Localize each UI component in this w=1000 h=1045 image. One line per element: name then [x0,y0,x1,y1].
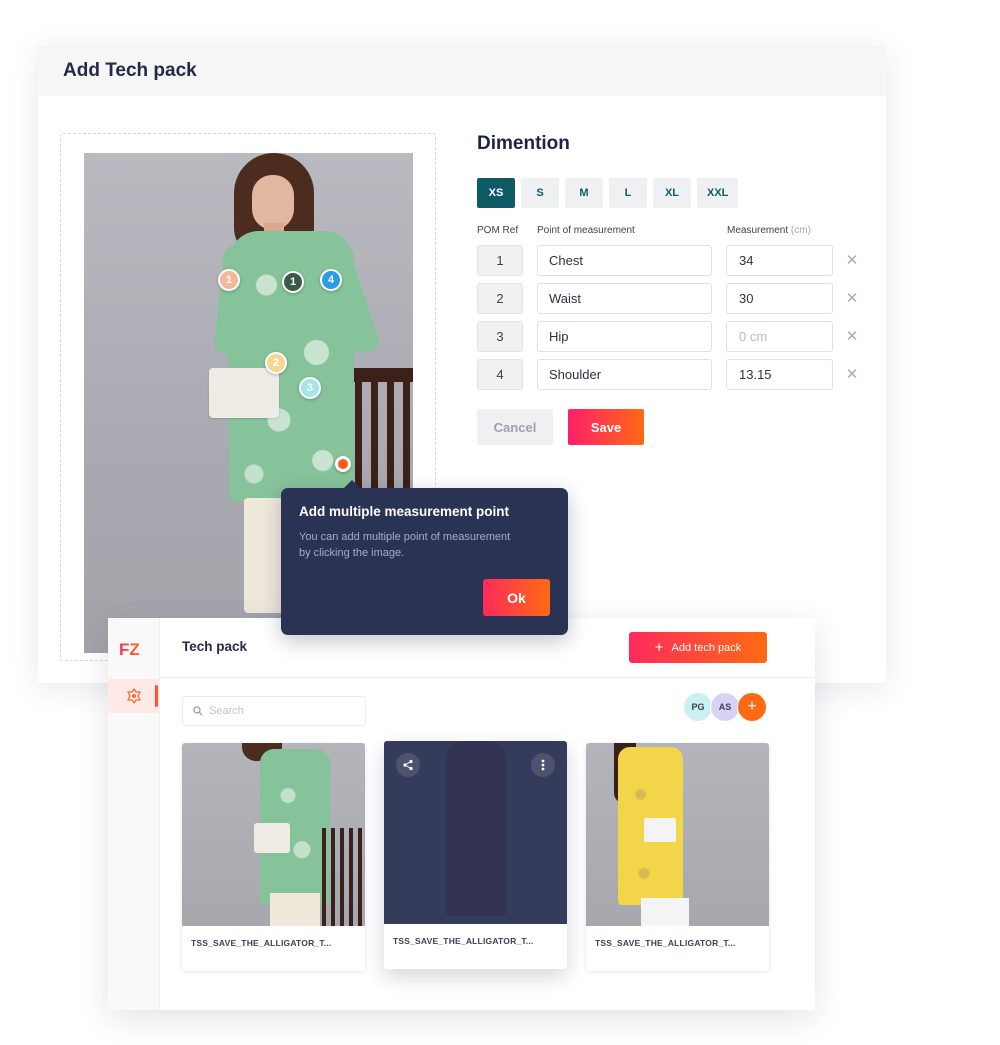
model-face [252,175,294,230]
card-title: TSS_SAVE_THE_ALLIGATOR_T... [393,936,534,946]
avatar[interactable]: AS [710,692,740,722]
plus-icon: + [654,639,664,656]
ok-button[interactable]: Ok [483,579,550,616]
measurement-input[interactable] [726,358,833,390]
model-clutch [644,818,676,842]
pom-marker-label: 3 [306,382,314,394]
tech-pack-card[interactable]: TSS_SAVE_THE_ALLIGATOR_T... [586,743,769,971]
cancel-button[interactable]: Cancel [477,409,553,445]
pom-ref: 3 [477,320,523,352]
pom-row: 4 ✕ [477,355,877,393]
model-pants [641,898,689,926]
size-s-button[interactable]: S [521,178,559,208]
card-thumbnail [384,741,567,924]
share-button[interactable] [396,753,420,777]
tooltip-body: You can add multiple point of measuremen… [299,531,511,559]
pom-row: 1 ✕ [477,241,877,279]
list-title: Tech pack [182,639,248,654]
pom-ref: 4 [477,358,523,390]
model-clutch [254,823,290,853]
add-tech-pack-label: Add tech pack [671,641,742,654]
pom-marker[interactable]: 1 [218,269,240,291]
tooltip-title: Add multiple measurement point [299,504,510,519]
point-of-measurement-input[interactable] [537,244,712,276]
pom-column-headers: POM Ref Point of measurement Measurement… [477,225,877,239]
dimension-title: Dimention [477,133,570,154]
measurement-input[interactable] [726,282,833,314]
tech-pack-card[interactable]: TSS_SAVE_THE_ALLIGATOR_T... [182,743,365,971]
size-xl-button[interactable]: XL [653,178,691,208]
point-of-measurement-input[interactable] [537,282,712,314]
save-button[interactable]: Save [568,409,644,445]
app-logo: FZ [119,640,140,659]
measurement-input[interactable] [726,320,833,352]
avatar[interactable]: PG [683,692,713,722]
search-input[interactable] [209,705,359,717]
pom-marker-label: 1 [289,276,297,288]
dimension-panel: Dimention XS S M L XL XXL POM Ref Point … [477,133,877,445]
remove-row-icon[interactable]: ✕ [845,327,859,345]
remove-row-icon[interactable]: ✕ [845,251,859,269]
card-title: TSS_SAVE_THE_ALLIGATOR_T... [595,938,736,948]
point-of-measurement-input[interactable] [537,320,712,352]
size-xxl-button[interactable]: XXL [697,178,739,208]
chair [322,828,365,926]
measurement-header: Measurement (cm) [727,225,811,239]
pom-ref-header: POM Ref [477,225,519,236]
point-of-measurement-input[interactable] [537,358,712,390]
pom-marker[interactable]: 3 [299,377,321,399]
pom-marker[interactable]: 2 [265,352,287,374]
remove-row-icon[interactable]: ✕ [845,365,859,383]
unit-label: (cm) [790,225,811,236]
size-l-button[interactable]: L [609,178,647,208]
point-header: Point of measurement [537,225,635,236]
onboarding-tooltip: Add multiple measurement point You can a… [281,480,568,635]
panel-title: Add Tech pack [63,59,197,81]
pom-ref: 2 [477,282,523,314]
search-icon [193,706,203,716]
share-icon [403,759,413,771]
tech-pack-cards: TSS_SAVE_THE_ALLIGATOR_T... TSS_SAVE_THE… [182,741,769,971]
pom-marker[interactable]: 4 [320,269,342,291]
size-m-button[interactable]: M [565,178,603,208]
form-actions: Cancel Save [477,409,877,445]
pom-rows: 1 ✕ 2 ✕ 3 ✕ 4 ✕ [477,241,877,393]
model-pants [270,893,320,926]
sidebar-item-tech-pack[interactable] [108,679,160,713]
remove-row-icon[interactable]: ✕ [845,289,859,307]
add-tech-pack-button[interactable]: + Add tech pack [629,632,767,663]
card-thumbnail [586,743,769,926]
search-field[interactable] [182,696,366,726]
pom-marker-label: 2 [272,357,280,369]
add-collaborator-button[interactable]: + [737,692,767,722]
measurement-input[interactable] [726,244,833,276]
collaborator-avatars: PG AS + [683,692,767,722]
tech-pack-icon [127,688,141,704]
model-clutch [209,368,279,418]
kebab-menu-icon [541,759,545,771]
card-thumbnail [182,743,365,926]
pom-row: 2 ✕ [477,279,877,317]
pom-ref: 1 [477,244,523,276]
more-options-button[interactable] [531,753,555,777]
panel-header: Add Tech pack [38,45,886,96]
size-selector: XS S M L XL XXL [477,178,877,208]
card-title: TSS_SAVE_THE_ALLIGATOR_T... [191,938,332,948]
pom-marker-label: 4 [327,274,335,286]
sidebar: FZ [108,618,160,1010]
pom-row: 3 ✕ [477,317,877,355]
pom-marker[interactable]: 1 [282,271,304,293]
size-xs-button[interactable]: XS [477,178,515,208]
tech-pack-list-window: FZ Tech pack + Add tech pack PG AS + [108,618,815,1010]
pom-marker-label: 1 [225,274,233,286]
tech-pack-card[interactable]: TSS_SAVE_THE_ALLIGATOR_T... [384,741,567,969]
new-point-marker[interactable] [335,456,351,472]
measurement-header-label: Measurement [727,225,789,236]
